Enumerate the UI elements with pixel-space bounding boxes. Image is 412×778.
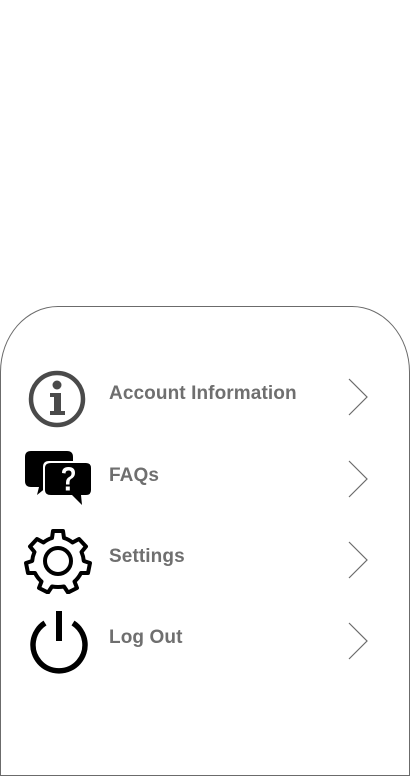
menu-item-label: Account Information — [109, 383, 297, 404]
menu-item-log-out[interactable]: Log Out — [1, 601, 411, 681]
menu-item-label: Settings — [109, 546, 185, 567]
chevron-right-icon — [345, 377, 371, 417]
info-icon — [23, 365, 95, 431]
menu-item-faqs[interactable]: FAQs — [1, 439, 411, 519]
menu-item-account-information[interactable]: Account Information — [1, 357, 411, 437]
menu-item-label: Log Out — [109, 627, 183, 648]
faq-chat-icon — [23, 447, 95, 513]
chevron-right-icon — [345, 621, 371, 661]
menu-item-label: FAQs — [109, 465, 160, 486]
menu-sheet: Account Information FAQs Settings Log Ou… — [0, 306, 410, 776]
gear-icon — [23, 528, 95, 594]
power-icon — [23, 609, 95, 675]
chevron-right-icon — [345, 459, 371, 499]
chevron-right-icon — [345, 540, 371, 580]
menu-item-settings[interactable]: Settings — [1, 520, 411, 600]
